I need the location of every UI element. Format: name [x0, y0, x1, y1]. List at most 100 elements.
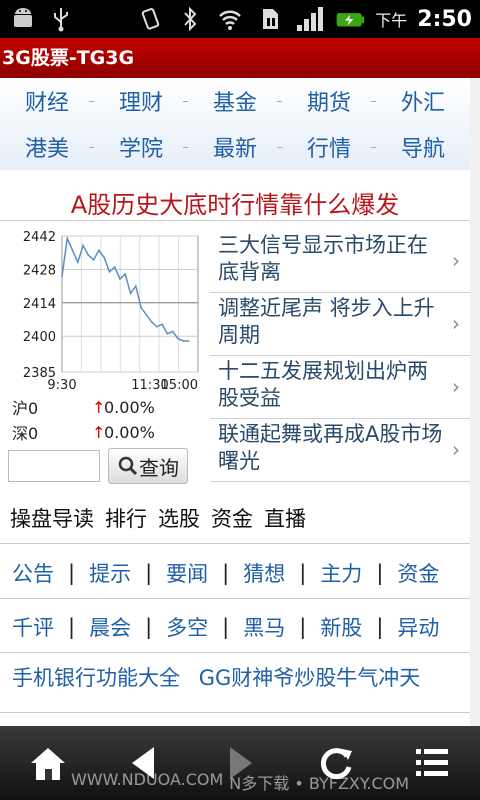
data-point [156, 325, 158, 328]
chevron-right-icon: › [452, 311, 460, 336]
nav-item-futures[interactable]: 期货 [282, 85, 376, 117]
chevron-right-icon: › [452, 437, 460, 462]
link-morning-meeting[interactable]: 晨会 [89, 612, 131, 642]
data-point [124, 273, 127, 275]
category-nav: 财经 理财 基金 期货 外汇 港美 学院 最新 行情 导航 [0, 78, 470, 170]
nav-item-forex[interactable]: 外汇 [376, 85, 470, 117]
data-point [113, 266, 116, 268]
news-item[interactable]: 调整近尾声 将步入上升周期 › [210, 293, 470, 356]
separator: | [222, 615, 230, 639]
headline-link[interactable]: A股历史大底时行情靠什么爆发 [0, 185, 470, 220]
scrollbar[interactable] [470, 78, 480, 726]
news-item[interactable]: 联通起舞或再成A股市场曙光 › [210, 419, 470, 482]
data-point [77, 261, 79, 264]
divider [0, 712, 470, 713]
search-button[interactable]: 查询 [108, 448, 188, 484]
data-point [150, 321, 153, 323]
link-long-short[interactable]: 多空 [166, 612, 208, 642]
data-point [161, 323, 163, 326]
news-list: 三大信号显示市场正在底背离 › 调整近尾声 将步入上升周期 › 十二五发展规划出… [210, 230, 470, 482]
news-item[interactable]: 十二五发展规划出炉两股受益 › [210, 356, 470, 419]
separator: | [68, 561, 76, 585]
y-tick-label: 2428 [23, 263, 56, 278]
divider [0, 598, 470, 599]
news-title: 三大信号显示市场正在底背离 [218, 233, 428, 284]
section-tabs: 操盘导读 排行 选股 资金 直播 [0, 500, 480, 536]
tab-ranking[interactable]: 排行 [105, 503, 147, 533]
data-point [98, 249, 100, 252]
data-point [140, 306, 142, 309]
promo-gg-caishen[interactable]: GG财神爷炒股牛气冲天 [199, 666, 421, 690]
data-point [92, 259, 95, 261]
nav-item-hk-us[interactable]: 港美 [0, 131, 94, 163]
news-title: 十二五发展规划出炉两股受益 [218, 359, 428, 410]
status-ampm: 下午 [375, 11, 408, 30]
sim-icon [255, 5, 285, 33]
search-icon [118, 456, 138, 476]
separator: | [376, 615, 384, 639]
stock-search-input[interactable] [8, 450, 100, 482]
y-tick-label: 2400 [23, 330, 56, 345]
watermark: WWW.NDUOA.COM N多下载 • BYFZXY.COM [0, 770, 480, 793]
tab-live[interactable]: 直播 [264, 503, 306, 533]
separator: | [299, 615, 307, 639]
link-new-stocks[interactable]: 新股 [320, 612, 362, 642]
index-chart[interactable]: 2442 2428 2414 2400 2385 9:30 11:30 15:00 [10, 230, 200, 393]
link-comments[interactable]: 千评 [12, 612, 54, 642]
index-pct: 0.00% [104, 397, 155, 417]
nav-item-academy[interactable]: 学院 [94, 131, 188, 163]
data-point [108, 270, 111, 273]
link-capital[interactable]: 资金 [397, 558, 439, 588]
data-point [187, 340, 190, 342]
chevron-right-icon: › [452, 248, 460, 273]
bluetooth-icon [175, 5, 205, 33]
data-point [134, 285, 137, 287]
data-point [182, 340, 185, 342]
news-item[interactable]: 三大信号显示市场正在底背离 › [210, 230, 470, 293]
nav-item-latest[interactable]: 最新 [188, 131, 282, 163]
plot-frame [61, 235, 199, 373]
chevron-right-icon: › [452, 374, 460, 399]
divider [0, 220, 470, 221]
separator: | [68, 615, 76, 639]
news-title: 联通起舞或再成A股市场曙光 [218, 422, 443, 473]
link-dark-horse[interactable]: 黑马 [243, 612, 285, 642]
nav-item-wealth[interactable]: 理财 [94, 85, 188, 117]
news-title: 调整近尾声 将步入上升周期 [218, 296, 435, 347]
link-guess[interactable]: 猜想 [243, 558, 285, 588]
separator: | [376, 561, 384, 585]
tab-stock-picker[interactable]: 选股 [158, 503, 200, 533]
y-tick-label: 2442 [23, 230, 56, 245]
nav-item-navigation[interactable]: 导航 [376, 131, 470, 163]
x-tick-label: 9:30 [47, 378, 76, 392]
tab-trading-guide[interactable]: 操盘导读 [10, 503, 94, 533]
nav-row-1: 财经 理财 基金 期货 外汇 [0, 78, 470, 124]
promo-mobile-banking[interactable]: 手机银行功能大全 [12, 666, 180, 690]
data-point [145, 313, 148, 316]
battery-charging-icon [335, 5, 365, 33]
link-tips[interactable]: 提示 [89, 558, 131, 588]
data-point [171, 330, 174, 333]
separator: | [145, 615, 153, 639]
divider [0, 652, 470, 653]
link-movers[interactable]: 异动 [397, 612, 439, 642]
y-tick-label: 2414 [23, 297, 56, 312]
signal-icon [295, 5, 325, 33]
data-point [71, 249, 74, 252]
data-point [82, 244, 84, 247]
tab-capital[interactable]: 资金 [211, 503, 253, 533]
index-name: 深0 [12, 424, 39, 443]
link-announcement[interactable]: 公告 [12, 558, 54, 588]
promo-links: 手机银行功能大全 GG财神爷炒股牛气冲天 [12, 662, 480, 702]
link-main-force[interactable]: 主力 [320, 558, 362, 588]
index-row-sz: 深0 ↑ 0.00% [8, 420, 200, 444]
watermark-text: N多下载 • BYFZXY.COM [229, 774, 410, 793]
nav-item-quotes[interactable]: 行情 [282, 131, 376, 163]
nav-item-fund[interactable]: 基金 [188, 85, 282, 117]
link-news[interactable]: 要闻 [166, 558, 208, 588]
separator: | [222, 561, 230, 585]
nav-item-finance[interactable]: 财经 [0, 85, 94, 117]
status-time: 2:50 [417, 6, 472, 32]
usb-icon [46, 5, 76, 33]
data-point [103, 256, 105, 259]
